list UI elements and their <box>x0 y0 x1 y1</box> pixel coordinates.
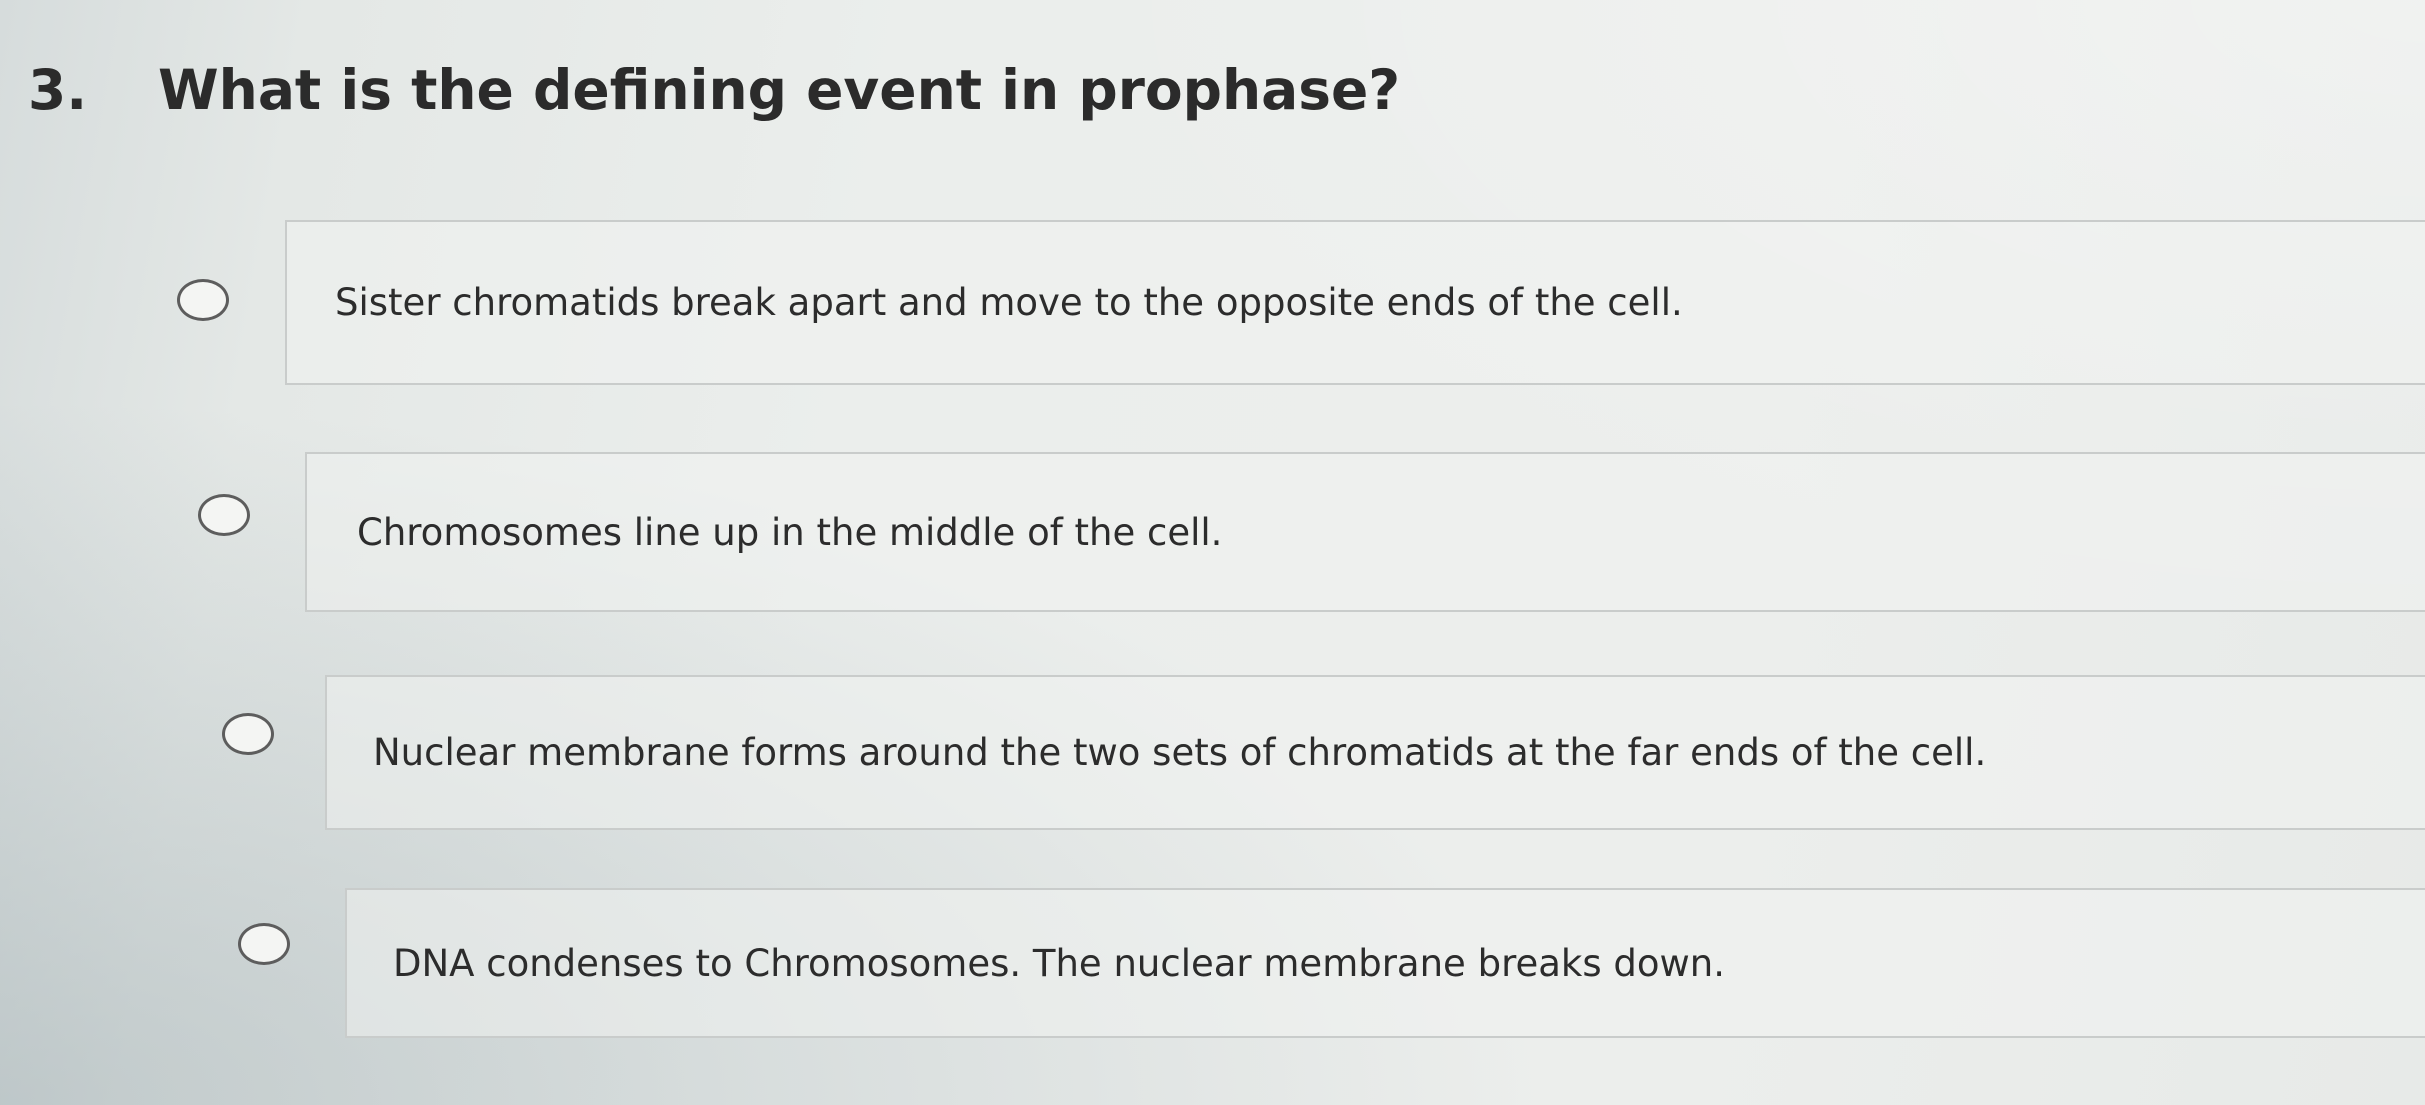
radio-button-option-4[interactable] <box>238 923 290 965</box>
question-number: 3. <box>28 58 88 122</box>
answer-box-option-4[interactable]: DNA condenses to Chromosomes. The nuclea… <box>345 888 2425 1038</box>
question-heading: 3. What is the defining event in prophase… <box>28 58 1400 122</box>
radio-button-option-3[interactable] <box>222 713 274 755</box>
answer-box-option-3[interactable]: Nuclear membrane forms around the two se… <box>325 675 2425 830</box>
answer-label-option-2: Chromosomes line up in the middle of the… <box>357 510 1223 554</box>
answer-label-option-4: DNA condenses to Chromosomes. The nuclea… <box>393 941 1725 985</box>
question-text: What is the defining event in prophase? <box>158 58 1401 122</box>
answer-label-option-1: Sister chromatids break apart and move t… <box>335 281 1683 324</box>
answer-label-option-3: Nuclear membrane forms around the two se… <box>373 731 1987 774</box>
radio-button-option-1[interactable] <box>177 279 229 321</box>
answer-box-option-1[interactable]: Sister chromatids break apart and move t… <box>285 220 2425 385</box>
radio-button-option-2[interactable] <box>198 494 250 536</box>
answer-box-option-2[interactable]: Chromosomes line up in the middle of the… <box>305 452 2425 612</box>
